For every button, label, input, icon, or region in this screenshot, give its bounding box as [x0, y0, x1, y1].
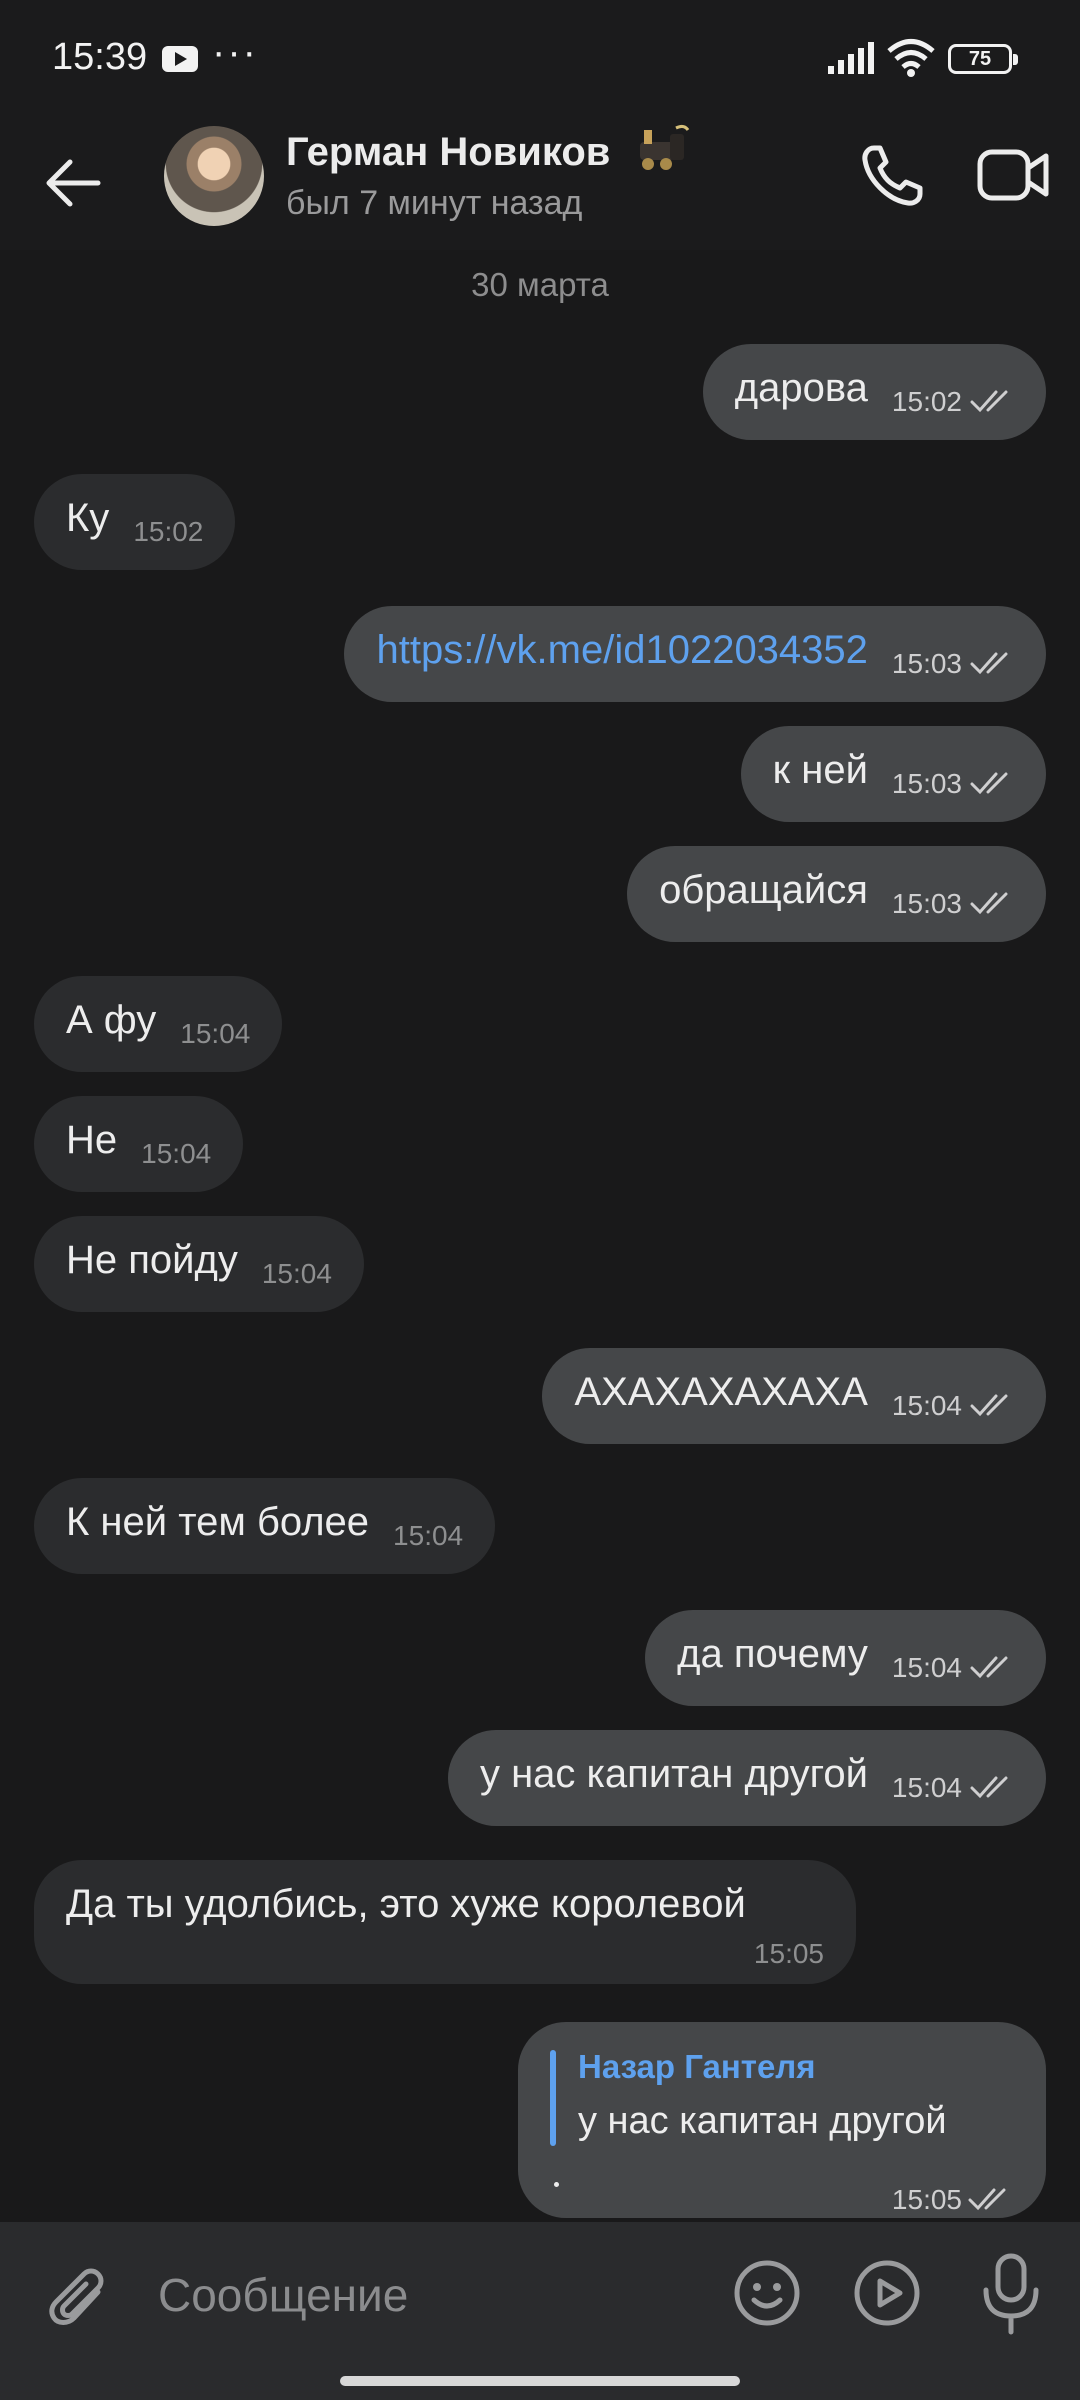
signal-icon	[828, 42, 874, 74]
outgoing-message[interactable]: https://vk.me/id1022034352 15:03	[344, 606, 1046, 702]
message-composer: Сообщение	[0, 2222, 1080, 2400]
train-emoji-icon	[640, 124, 690, 170]
emoji-icon[interactable]	[732, 2258, 802, 2328]
message-time: 15:04	[891, 1652, 962, 1683]
date-separator: 30 марта	[471, 266, 609, 303]
reply-quote-bar	[550, 2050, 556, 2146]
more-notifications-icon: ···	[212, 30, 258, 74]
message-text: Ку	[66, 496, 110, 540]
message-text: А фу	[66, 998, 157, 1042]
outgoing-message[interactable]: дарова 15:02	[702, 344, 1046, 440]
read-checkmarks-icon	[970, 1394, 1008, 1417]
phone-call-icon[interactable]	[856, 140, 928, 212]
message-time: 15:02	[891, 386, 962, 417]
chat-header: Герман Новиков был 7 минут назад	[0, 110, 1080, 250]
message-text: АХАХАХАХАХА	[574, 1370, 868, 1414]
message-time: 15:04	[891, 1772, 962, 1803]
read-checkmarks-icon	[970, 1656, 1008, 1679]
wifi-icon	[887, 39, 935, 77]
message-text: дарова	[734, 366, 868, 410]
message-time: 15:03	[891, 648, 962, 679]
message-time: 15:05	[753, 1938, 824, 1969]
video-call-icon[interactable]	[976, 142, 1052, 208]
contact-status: был 7 минут назад	[286, 184, 583, 222]
outgoing-message[interactable]: обращайся 15:03	[627, 846, 1046, 942]
outgoing-message[interactable]: АХАХАХАХАХА 15:04	[542, 1348, 1046, 1444]
message-time: 15:04	[180, 1018, 251, 1049]
youtube-notification-icon	[162, 46, 198, 72]
message-time: 15:04	[141, 1138, 212, 1169]
message-text: к ней	[772, 748, 868, 792]
message-link[interactable]: https://vk.me/id1022034352	[376, 628, 867, 673]
status-bar: 15:39 ··· 75	[0, 0, 1080, 110]
message-time: 15:03	[891, 768, 962, 799]
read-checkmarks-icon	[968, 2188, 1006, 2211]
message-text: Не	[66, 1118, 118, 1162]
message-input[interactable]: Сообщение	[158, 2268, 408, 2322]
battery-icon: 75	[948, 44, 1018, 74]
message-text: обращайся	[659, 868, 868, 912]
quoted-text: у нас капитан другой	[578, 2100, 947, 2142]
incoming-message[interactable]: Ку 15:02	[34, 474, 236, 570]
message-time: 15:04	[261, 1258, 332, 1289]
contact-name[interactable]: Герман Новиков	[286, 130, 610, 175]
message-text: Не пойду	[66, 1238, 238, 1282]
read-checkmarks-icon	[970, 892, 1008, 915]
incoming-message[interactable]: Не пойду 15:04	[34, 1216, 364, 1312]
outgoing-message[interactable]: да почему 15:04	[645, 1610, 1046, 1706]
outgoing-message[interactable]: у нас капитан другой 15:04	[447, 1730, 1046, 1826]
read-checkmarks-icon	[970, 772, 1008, 795]
outgoing-message[interactable]: к ней 15:03	[740, 726, 1046, 822]
message-time: 15:05	[891, 2184, 962, 2215]
message-text: Да ты удолбись, это хуже королевой	[66, 1882, 746, 1926]
message-time: 15:02	[133, 516, 204, 547]
read-checkmarks-icon	[970, 390, 1008, 413]
home-indicator[interactable]	[340, 2376, 740, 2386]
clip-play-icon[interactable]	[852, 2258, 922, 2328]
back-arrow-icon[interactable]	[40, 150, 106, 216]
microphone-icon[interactable]	[976, 2252, 1046, 2336]
message-time: 15:03	[891, 888, 962, 919]
attach-icon[interactable]	[44, 2262, 116, 2338]
read-checkmarks-icon	[970, 652, 1008, 675]
incoming-message[interactable]: Да ты удолбись, это хуже королевой 15:05	[34, 1860, 856, 1984]
incoming-message[interactable]: А фу 15:04	[34, 976, 283, 1072]
status-time: 15:39	[52, 36, 148, 78]
message-list[interactable]: 30 марта дарова 15:02 Ку 15:02 https://vk.…	[0, 250, 1080, 2222]
message-body-dot	[554, 2182, 559, 2187]
incoming-message[interactable]: Не 15:04	[34, 1096, 244, 1192]
avatar[interactable]	[164, 126, 264, 226]
message-time: 15:04	[891, 1390, 962, 1421]
message-time: 15:04	[393, 1520, 464, 1551]
message-text: да почему	[677, 1632, 868, 1676]
incoming-message[interactable]: К ней тем более 15:04	[34, 1478, 496, 1574]
message-text: у нас капитан другой	[479, 1752, 868, 1796]
quoted-author[interactable]: Назар Гантеля	[578, 2048, 816, 2086]
outgoing-reply-message[interactable]: Назар Гантеля у нас капитан другой 15:05	[518, 2022, 1046, 2218]
read-checkmarks-icon	[970, 1776, 1008, 1799]
battery-level: 75	[968, 48, 992, 70]
message-text: К ней тем более	[66, 1500, 370, 1544]
